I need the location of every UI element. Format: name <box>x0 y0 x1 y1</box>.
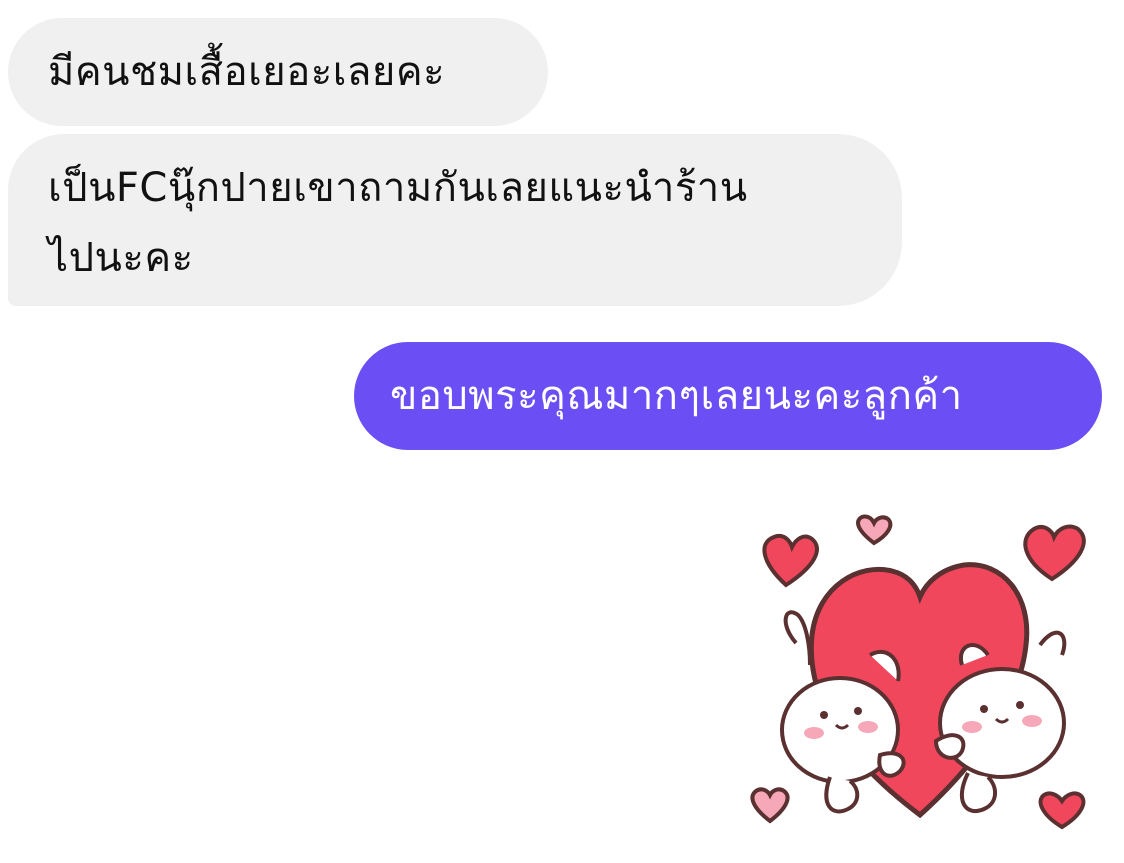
hearts-bunnies-sticker-icon[interactable] <box>740 505 1100 845</box>
chat-thread: มีคนชมเสื้อเยอะเลยคะ เป็นFCนุ๊กปายเขาถาม… <box>0 0 1124 863</box>
small-heart-icon <box>1023 524 1086 582</box>
outgoing-message-bubble[interactable]: ขอบพระคุณมากๆเลยนะคะลูกค้า <box>354 342 1102 450</box>
incoming-message-bubble[interactable]: มีคนชมเสื้อเยอะเลยคะ <box>8 18 548 126</box>
small-heart-icon <box>762 534 819 588</box>
small-heart-icon <box>1038 791 1086 830</box>
incoming-message-bubble[interactable]: เป็นFCนุ๊กปายเขาถามกันเลยแนะนำร้าน ไปนะค… <box>8 134 902 306</box>
small-heart-icon <box>750 787 790 824</box>
small-heart-icon <box>856 514 893 546</box>
